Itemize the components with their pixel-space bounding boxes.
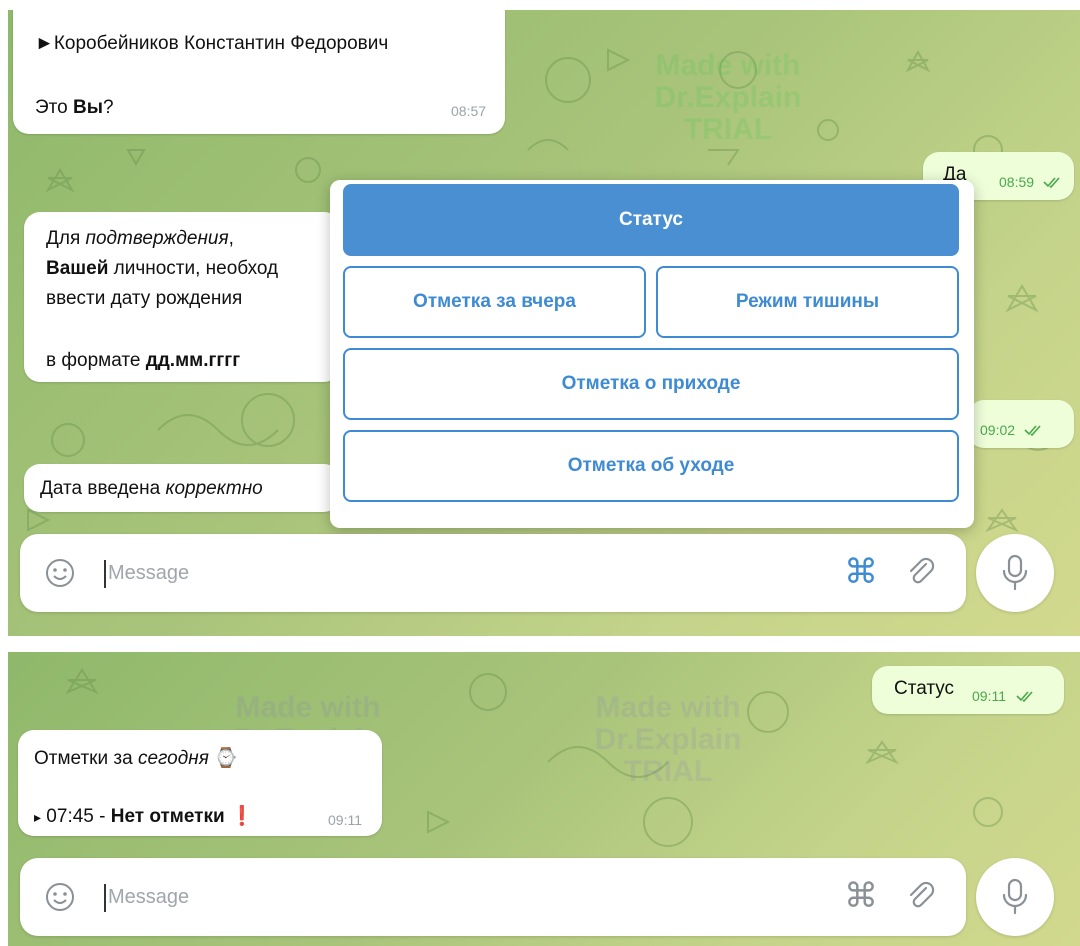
command-icon[interactable]: ⌘ — [844, 552, 878, 592]
message-input[interactable]: Message — [108, 562, 189, 585]
text-caret — [104, 884, 106, 912]
message-time: 09:02 — [980, 422, 1016, 438]
message-text: Вашей личности, необход — [46, 258, 279, 279]
chat-screen-top: Made withDr.Explain Made withDr.ExplainT… — [8, 10, 1080, 636]
message-time: 09:11 — [972, 688, 1006, 704]
departure-mark-button[interactable]: Отметка об уходе — [343, 430, 959, 502]
message-text: в формате дд.мм.гггг — [46, 350, 241, 371]
chat-screen-bottom: Made withDr.ExplainTRIAL Made withDr.Exp… — [8, 652, 1080, 946]
message-today-marks: Отметки за сегодня ⌚ ▸ 07:45 - Нет отмет… — [18, 730, 382, 836]
double-check-icon — [1016, 691, 1033, 702]
message-text: Дата введена корректно — [40, 478, 263, 499]
message-input-bar: Message ⌘ — [20, 534, 966, 612]
message-text: ввести дату рождения — [46, 288, 243, 309]
message-text: ▸ 07:45 - Нет отметки ❗ — [34, 806, 254, 827]
message-time: 09:11 — [328, 812, 362, 828]
paperclip-icon[interactable] — [904, 880, 938, 914]
microphone-button[interactable] — [976, 858, 1054, 936]
message-text: Статус — [894, 678, 955, 699]
message-time: 08:59 — [999, 174, 1035, 190]
smiley-icon[interactable] — [44, 881, 76, 913]
yesterday-mark-button[interactable]: Отметка за вчера — [343, 266, 646, 338]
exclamation-icon: ❗ — [229, 806, 254, 827]
smiley-icon[interactable] — [44, 557, 76, 589]
double-check-icon — [1024, 425, 1041, 436]
message-text: Отметки за сегодня ⌚ — [34, 748, 238, 769]
watermark: Made withDr.ExplainTRIAL — [594, 691, 742, 788]
message-input[interactable]: Message — [108, 886, 189, 909]
message-text: ►Коробейников Константин Федорович — [35, 33, 389, 54]
message-outgoing-date: 09:02 — [968, 400, 1074, 448]
message-user-confirm: ►Коробейников Константин Федорович Это В… — [13, 10, 505, 134]
command-icon[interactable]: ⌘ — [844, 876, 878, 916]
bot-keyboard: Статус Отметка за вчера Режим тишины Отм… — [330, 180, 974, 528]
watermark: Made withDr.ExplainTRIAL — [654, 49, 802, 146]
arrival-mark-button[interactable]: Отметка о приходе — [343, 348, 959, 420]
message-date-request: Для подтверждения, Вашей личности, необх… — [24, 212, 340, 382]
status-button[interactable]: Статус — [343, 184, 959, 256]
message-text: Для подтверждения, — [46, 228, 234, 249]
paperclip-icon[interactable] — [904, 556, 938, 590]
silent-mode-button[interactable]: Режим тишины — [656, 266, 959, 338]
microphone-icon — [1002, 554, 1028, 591]
message-time: 08:57 — [451, 103, 487, 119]
watch-icon: ⌚ — [214, 748, 238, 769]
double-check-icon — [1043, 177, 1060, 188]
message-date-correct: Дата введена корректно — [24, 464, 340, 512]
microphone-button[interactable] — [976, 534, 1054, 612]
text-caret — [104, 560, 106, 588]
message-input-bar: Message ⌘ — [20, 858, 966, 936]
message-outgoing-status: Статус 09:11 — [872, 666, 1064, 714]
microphone-icon — [1002, 878, 1028, 915]
message-text: Это Вы? — [35, 97, 114, 118]
